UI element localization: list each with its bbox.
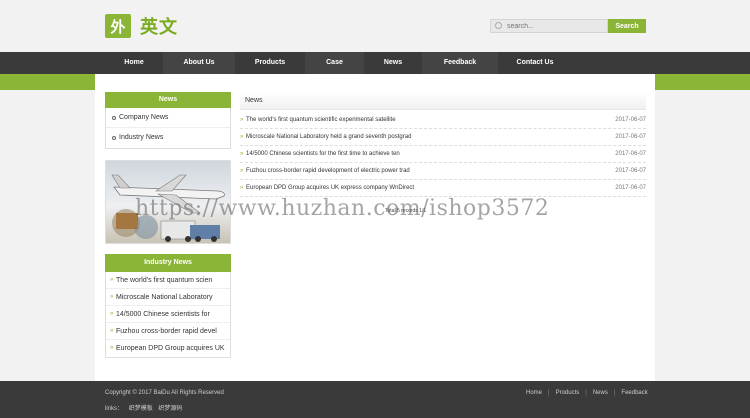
main-nav: Home About Us Products Case News Feedbac… <box>0 52 750 74</box>
sidebar-news-title: News <box>105 92 231 108</box>
search-input[interactable] <box>490 19 608 33</box>
list-item[interactable]: » European DPD Group acquires UK <box>106 340 230 357</box>
list-item-label: Microscale National Laboratory <box>116 294 213 301</box>
news-title[interactable]: Microscale National Laboratory held a gr… <box>246 129 411 146</box>
nav-news[interactable]: News <box>364 52 422 74</box>
news-title[interactable]: 14/5000 Chinese scientists for the first… <box>246 146 400 163</box>
nav-feedback[interactable]: Feedback <box>422 52 498 74</box>
footer: Copyright © 2017 BaiDu All Rights Reserv… <box>0 381 750 418</box>
watermark-text: https://www.huzhan.com/ishop3572 <box>135 196 550 221</box>
list-item[interactable]: » Microscale National Laboratory <box>106 289 230 306</box>
page-title: News <box>240 92 646 110</box>
sidebar-item-industry-news[interactable]: Industry News <box>106 128 230 148</box>
arrow-icon: » <box>110 345 114 351</box>
nav-home[interactable]: Home <box>105 52 163 74</box>
arrow-icon: » <box>110 311 114 317</box>
bullet-icon <box>112 136 116 140</box>
header: 外 英文 Search <box>0 0 750 52</box>
footer-link-products[interactable]: Products <box>556 390 580 396</box>
friend-link[interactable]: 织梦源码 <box>158 406 182 412</box>
news-row[interactable]: » 14/5000 Chinese scientists for the fir… <box>240 146 646 163</box>
friend-link[interactable]: 织梦模板 <box>129 406 153 412</box>
industry-news-list: » The world's first quantum scien » Micros… <box>105 272 231 358</box>
search-button[interactable]: Search <box>608 19 646 33</box>
news-date: 2017-06-07 <box>615 117 646 123</box>
list-item[interactable]: » 14/5000 Chinese scientists for <box>106 306 230 323</box>
nav-case[interactable]: Case <box>305 52 364 74</box>
news-date: 2017-06-07 <box>615 151 646 157</box>
divider: | <box>548 390 550 396</box>
divider: | <box>613 390 616 396</box>
nav-products[interactable]: Products <box>235 52 305 74</box>
news-row[interactable]: » Fuzhou cross-border rapid development … <box>240 163 646 180</box>
news-date: 2017-06-07 <box>615 168 646 174</box>
arrow-icon: » <box>240 151 244 157</box>
sidebar-item-label: Company News <box>119 114 169 121</box>
news-row[interactable]: » The world's first quantum scientific e… <box>240 112 646 129</box>
logo-text: 英文 <box>140 17 178 38</box>
list-item-label: European DPD Group acquires UK <box>116 345 225 352</box>
news-row[interactable]: » Microscale National Laboratory held a … <box>240 129 646 146</box>
sidebar-news-list: Company News Industry News <box>105 108 231 149</box>
news-title[interactable]: The world's first quantum scientific exp… <box>246 112 396 129</box>
news-title[interactable]: European DPD Group acquires UK express c… <box>246 180 414 197</box>
list-item-label: 14/5000 Chinese scientists for <box>116 311 210 318</box>
arrow-icon: » <box>110 277 114 283</box>
logo[interactable]: 外 英文 <box>105 13 178 39</box>
footer-link-news[interactable]: News <box>593 390 608 396</box>
news-row[interactable]: » European DPD Group acquires UK express… <box>240 180 646 197</box>
list-item-label: Fuzhou cross-border rapid devel <box>116 328 217 335</box>
arrow-icon: » <box>240 168 244 174</box>
arrow-icon: » <box>240 185 244 191</box>
footer-link-feedback[interactable]: Feedback <box>621 390 647 396</box>
sidebar-industry-title: Industry News <box>105 254 231 272</box>
list-item[interactable]: » Fuzhou cross-border rapid devel <box>106 323 230 340</box>
footer-nav: Home | Products | News | Feedback <box>526 390 648 396</box>
footer-link-home[interactable]: Home <box>526 390 542 396</box>
arrow-icon: » <box>110 294 114 300</box>
bullet-icon <box>112 116 116 120</box>
list-item[interactable]: » The world's first quantum scien <box>106 272 230 289</box>
arrow-icon: » <box>240 117 244 123</box>
arrow-icon: » <box>240 134 244 140</box>
search-icon <box>495 22 502 29</box>
sidebar-item-label: Industry News <box>119 134 164 141</box>
nav-contact-us[interactable]: Contact Us <box>498 52 572 74</box>
news-date: 2017-06-07 <box>615 134 646 140</box>
list-item-label: The world's first quantum scien <box>116 277 213 284</box>
links-label: links： <box>105 406 124 412</box>
search-bar: Search <box>490 19 646 33</box>
arrow-icon: » <box>110 328 114 334</box>
friend-links: links： 织梦模板 织梦源码 <box>105 403 186 412</box>
copyright: Copyright © 2017 BaiDu All Rights Reserv… <box>105 390 224 396</box>
news-date: 2017-06-07 <box>615 185 646 191</box>
nav-about-us[interactable]: About Us <box>163 52 235 74</box>
news-title[interactable]: Fuzhou cross-border rapid development of… <box>246 163 410 180</box>
divider: | <box>585 390 587 396</box>
sidebar-item-company-news[interactable]: Company News <box>106 108 230 128</box>
logo-mark: 外 <box>105 14 131 38</box>
